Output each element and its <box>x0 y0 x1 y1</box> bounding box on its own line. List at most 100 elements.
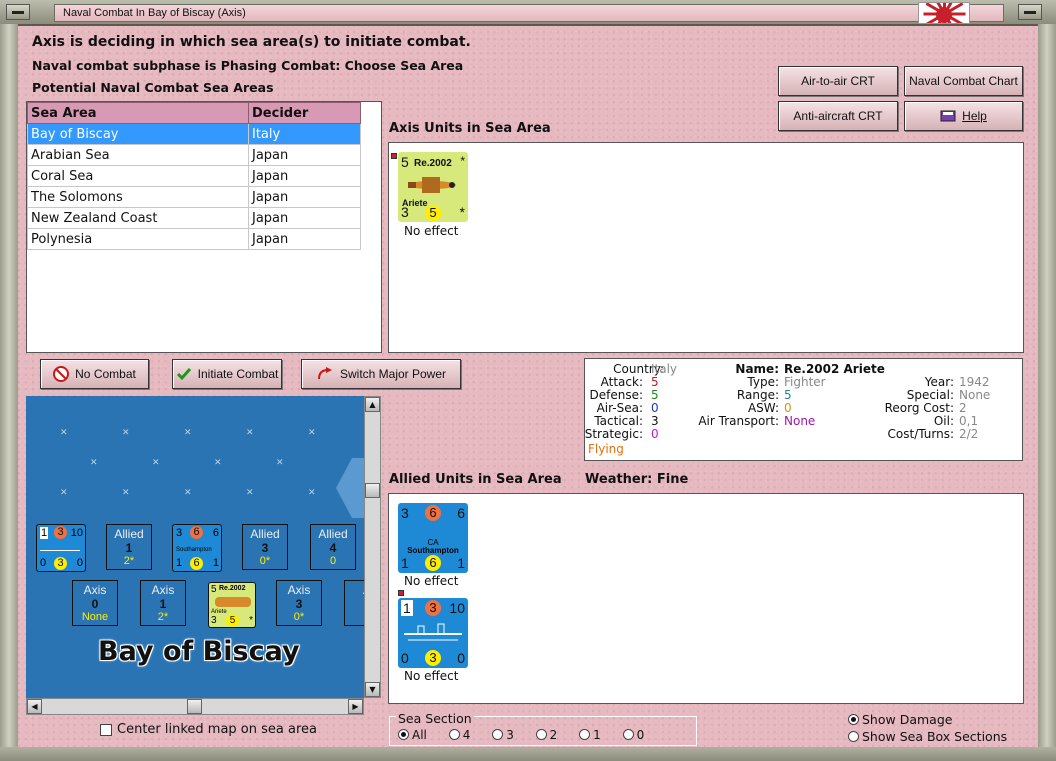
sea-section-option[interactable]: 4 <box>448 728 471 742</box>
allied-ship-counter[interactable]: 3 6 6 CA Southampton 1 6 1 <box>398 503 468 573</box>
window-control-icon[interactable] <box>1018 4 1042 20</box>
info-value: 3 <box>651 414 659 428</box>
col-header-decider[interactable]: Decider <box>248 102 361 124</box>
cell-area: Arabian Sea <box>27 144 249 166</box>
show-sea-box-sections-option[interactable]: Show Sea Box Sections <box>848 729 1007 744</box>
button-label: Anti-aircraft CRT <box>793 109 883 123</box>
sea-section-option[interactable]: 2 <box>535 728 557 742</box>
center-map-checkbox[interactable] <box>100 724 112 736</box>
map-marker: ✕ <box>184 428 192 438</box>
carrier-ship-icon <box>404 623 462 641</box>
checkmark-icon <box>176 368 191 381</box>
radio-icon <box>492 729 504 740</box>
map-air-counter[interactable]: 5 Re.2002 Ariete 3 5 * <box>208 582 256 628</box>
map-marker: ✕ <box>122 428 130 438</box>
sea-section-group: Sea Section All 4 3 2 1 0 <box>389 711 697 746</box>
map-vertical-scrollbar[interactable]: ▲ ▼ <box>364 396 381 698</box>
sea-area-table: Sea Area Decider Bay of Biscay Italy Arab… <box>27 102 361 250</box>
switch-major-power-button[interactable]: Switch Major Power <box>301 359 461 389</box>
flying-status: Flying <box>588 442 624 456</box>
counter-value: 3 <box>425 650 441 666</box>
hex-edge <box>336 458 364 518</box>
map-ship-counter[interactable]: 1 3 10 0 3 0 <box>36 524 86 572</box>
allied-unit-effect: No effect <box>404 574 459 588</box>
counter-value: 6 <box>190 557 203 570</box>
info-key: Reorg Cost: <box>884 401 954 415</box>
axis-units-label: Axis Units in Sea Area <box>389 121 551 136</box>
scroll-down-icon[interactable]: ▼ <box>365 682 380 697</box>
counter-value: 6 <box>212 527 219 539</box>
anti-aircraft-crt-button[interactable]: Anti-aircraft CRT <box>778 101 898 131</box>
sea-area-map[interactable]: ✕ ✕ ✕ ✕ ✕ ✕ ✕ ✕ ✕ ✕ ✕ ✕ ✕ ✕ 1 3 10 0 3 0… <box>26 396 364 698</box>
axis-sea-box[interactable]: Axis 3 0* <box>276 580 322 626</box>
option-label: 0 <box>636 728 645 742</box>
allied-sea-box[interactable]: Allied 4 0 <box>310 524 356 570</box>
minimize-icon[interactable] <box>6 4 30 20</box>
counter-value: 6 <box>425 555 441 571</box>
no-combat-button[interactable]: No Combat <box>40 359 149 389</box>
axis-sea-box[interactable]: A <box>344 580 364 626</box>
axis-sea-box[interactable]: Axis 0 None <box>72 580 118 626</box>
sea-areas-label: Potential Naval Combat Sea Areas <box>32 80 274 95</box>
allied-units-label: Allied Units in Sea Area <box>389 472 562 487</box>
table-row[interactable]: New Zealand Coast Japan <box>27 207 361 229</box>
initiate-combat-button[interactable]: Initiate Combat <box>172 359 282 389</box>
allied-ship-counter[interactable]: 1 3 10 0 3 0 <box>398 598 468 668</box>
scroll-left-icon[interactable]: ◀ <box>27 699 42 714</box>
axis-sea-box[interactable]: Axis 1 2* <box>140 580 186 626</box>
show-damage-option[interactable]: Show Damage <box>848 712 952 727</box>
sea-section-option[interactable]: 0 <box>622 728 645 742</box>
map-sea-name: Bay of Biscay <box>98 636 300 667</box>
air-to-air-crt-button[interactable]: Air-to-air CRT <box>778 66 898 96</box>
scroll-up-icon[interactable]: ▲ <box>365 397 380 412</box>
button-label: Air-to-air CRT <box>801 74 875 88</box>
scroll-right-icon[interactable]: ▶ <box>348 699 363 714</box>
cell-area: Bay of Biscay <box>27 123 249 145</box>
counter-value: 1 <box>457 555 465 571</box>
switch-arrow-icon <box>317 367 332 380</box>
info-key: Special: <box>906 388 954 402</box>
map-ship-counter[interactable]: 3 6 6 Southampton 1 6 1 <box>172 524 222 572</box>
allied-sea-box[interactable]: Allied 1 2* <box>106 524 152 570</box>
map-marker: ✕ <box>152 458 160 468</box>
italy-flag-icon <box>391 153 397 159</box>
box-number: 3 <box>261 541 269 555</box>
allied-sea-box[interactable]: Allied 3 0* <box>242 524 288 570</box>
no-entry-icon <box>53 366 70 382</box>
book-icon <box>940 110 956 122</box>
col-header-sea-area[interactable]: Sea Area <box>27 102 249 124</box>
radio-icon <box>579 729 591 740</box>
axis-air-unit-counter[interactable]: 5 Re.2002 * Ariete 3 5 * <box>398 152 468 222</box>
info-key: Name: <box>735 362 779 376</box>
unit-info-panel: Country: Italy Attack: 5 Defense: 5 Air-… <box>584 358 1023 461</box>
naval-combat-chart-button[interactable]: Naval Combat Chart <box>904 66 1023 96</box>
info-key: Cost/Turns: <box>887 427 954 441</box>
map-marker: ✕ <box>184 488 192 498</box>
table-row[interactable]: Polynesia Japan <box>27 228 361 250</box>
radio-icon <box>448 729 460 740</box>
option-label: 3 <box>506 728 514 742</box>
map-horizontal-scrollbar[interactable]: ◀ ▶ <box>26 698 364 715</box>
button-label: Help <box>962 109 987 123</box>
table-row[interactable]: Bay of Biscay Italy <box>27 123 361 145</box>
help-button[interactable]: Help <box>904 101 1023 131</box>
button-label: Switch Major Power <box>339 367 447 381</box>
info-key: Year: <box>924 375 954 389</box>
info-value: Fighter <box>784 375 826 389</box>
cell-area: New Zealand Coast <box>27 207 249 229</box>
scroll-thumb[interactable] <box>187 699 202 714</box>
scroll-thumb[interactable] <box>365 483 380 498</box>
option-label: Show Sea Box Sections <box>862 729 1008 744</box>
info-key: Oil: <box>933 414 954 428</box>
table-row[interactable]: Arabian Sea Japan <box>27 144 361 166</box>
table-row[interactable]: Coral Sea Japan <box>27 165 361 187</box>
sea-section-option[interactable]: 3 <box>492 728 514 742</box>
cell-area: Coral Sea <box>27 165 249 187</box>
fighter-plane-icon <box>215 597 251 607</box>
counter-value: 5 <box>226 614 239 627</box>
sea-section-option[interactable]: All <box>398 728 427 742</box>
box-number: 1 <box>125 541 133 555</box>
sea-section-option[interactable]: 1 <box>579 728 601 742</box>
option-label: 4 <box>462 728 471 742</box>
table-row[interactable]: The Solomons Japan <box>27 186 361 208</box>
